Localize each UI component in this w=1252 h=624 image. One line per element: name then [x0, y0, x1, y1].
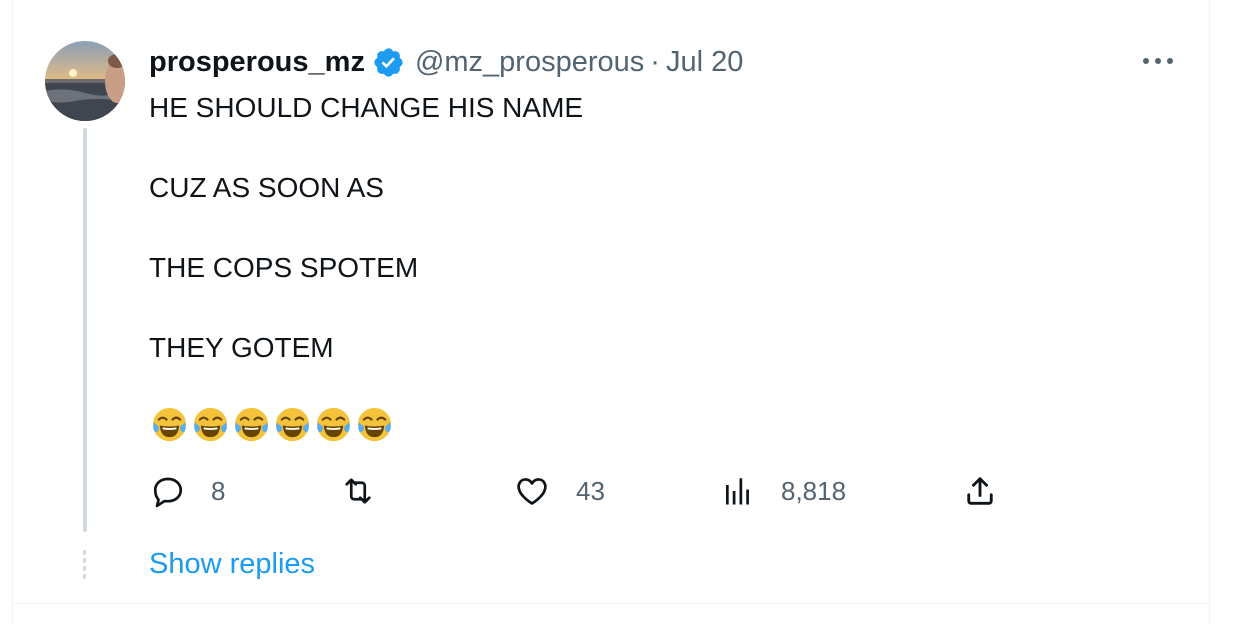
tears-of-joy-emoji-icon [192, 406, 229, 443]
retweet-arrows-icon [345, 478, 371, 504]
tweet-header: prosperous_mz @mz_prosperous · Jul 20 [149, 42, 743, 82]
verified-badge-icon [374, 47, 403, 77]
thread-line [83, 128, 87, 532]
tweet-date[interactable]: Jul 20 [666, 46, 743, 79]
bar-chart-icon [726, 478, 749, 505]
upload-share-icon [967, 477, 993, 505]
author-handle[interactable]: @mz_prosperous [415, 46, 644, 79]
reply-button[interactable]: 8 [150, 470, 225, 512]
like-count: 43 [576, 475, 605, 506]
tweet-line: THE COPS SPOTEM [149, 252, 419, 283]
share-button[interactable] [962, 470, 998, 512]
action-bar: 8 43 8,818 [150, 470, 1010, 512]
separator-dot: · [650, 45, 660, 78]
show-replies-link[interactable]: Show replies [149, 548, 315, 581]
avatar[interactable] [45, 41, 125, 121]
author-name[interactable]: prosperous_mz [149, 46, 365, 79]
tears-of-joy-emoji-icon [274, 406, 311, 443]
reply-count: 8 [211, 475, 226, 506]
heart-icon [517, 478, 547, 505]
tears-of-joy-emoji-icon [356, 406, 393, 443]
thread-dots [83, 550, 87, 584]
like-button[interactable]: 43 [514, 470, 605, 512]
retweet-button[interactable] [340, 470, 398, 512]
tweet-line: THEY GOTEM [149, 332, 334, 363]
tears-of-joy-emoji-icon [233, 406, 270, 443]
tweet-line: CUZ AS SOON AS [149, 172, 384, 203]
avatar-sunset-photo [45, 41, 125, 121]
speech-bubble-icon [153, 477, 183, 508]
view-count: 8,818 [781, 475, 847, 506]
tweet-text: HE SHOULD CHANGE HIS NAME CUZ AS SOON AS… [149, 88, 1109, 368]
tweet-line: HE SHOULD CHANGE HIS NAME [149, 92, 584, 123]
divider [12, 603, 1210, 604]
emoji-row [150, 405, 394, 444]
more-dots-icon[interactable] [1138, 45, 1178, 77]
views-button[interactable]: 8,818 [720, 470, 846, 512]
tears-of-joy-emoji-icon [315, 406, 352, 443]
tears-of-joy-emoji-icon [151, 406, 188, 443]
